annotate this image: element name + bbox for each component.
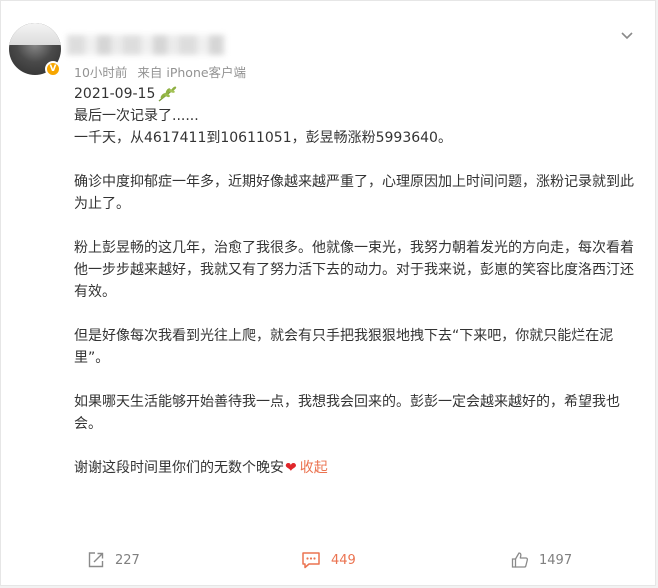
paragraph-4: 粉上彭昱畅的这几年，治愈了我很多。他就像一束光，我努力朝着发光的方向走，每次看着…: [74, 240, 634, 300]
repost-count: 227: [115, 552, 140, 568]
post-source: 来自 iPhone客户端: [137, 65, 247, 80]
paragraph-1: 最后一次记录了......: [74, 108, 199, 124]
thumbs-up-icon: [511, 552, 529, 568]
post-meta: 10小时前 来自 iPhone客户端: [74, 62, 246, 81]
paragraph-5: 但是好像每次我看到光往上爬，就会有只手把我狠狠地拽下去“下来吧，你就只能烂在泥里…: [74, 328, 614, 366]
post-date-line: 2021-09-15: [74, 83, 646, 105]
like-button[interactable]: 1497: [511, 549, 572, 571]
like-count: 1497: [539, 552, 573, 568]
heart-icon: ❤: [285, 460, 297, 476]
weibo-post-card: V 10小时前 来自 iPhone客户端 2021-09-15 最后一次记录了.…: [0, 0, 656, 586]
comment-count: 449: [331, 552, 356, 568]
olive-branch-icon: [158, 86, 177, 102]
paragraph-6: 如果哪天生活能够开始善待我一点，我想我会回来的。彭彭一定会越来越好的，希望我也会…: [74, 394, 620, 432]
repost-icon: [88, 552, 104, 568]
post-time[interactable]: 10小时前: [74, 65, 127, 80]
post-content: 2021-09-15 最后一次记录了...... 一千天，从4617411到10…: [74, 83, 646, 479]
comment-icon: [302, 552, 320, 569]
collapse-link[interactable]: 收起: [300, 460, 328, 476]
paragraph-3: 确诊中度抑郁症一年多，近期好像越来越严重了，心理原因加上时间问题，涨粉记录就到此…: [74, 174, 634, 212]
chevron-down-icon[interactable]: [621, 25, 633, 40]
comment-button[interactable]: 449: [301, 549, 356, 571]
paragraph-last: 谢谢这段时间里你们的无数个晚安❤ 收起: [74, 457, 646, 479]
repost-button[interactable]: 227: [87, 549, 140, 571]
last-line-text: 谢谢这段时间里你们的无数个晚安: [74, 460, 284, 476]
post-footer: 227 449 1497: [1, 545, 655, 575]
paragraph-2: 一千天，从4617411到10611051，彭昱畅涨粉5993640。: [74, 130, 452, 146]
verified-badge-icon: V: [45, 61, 61, 77]
username-blurred[interactable]: [67, 35, 225, 55]
post-date: 2021-09-15: [74, 86, 156, 102]
